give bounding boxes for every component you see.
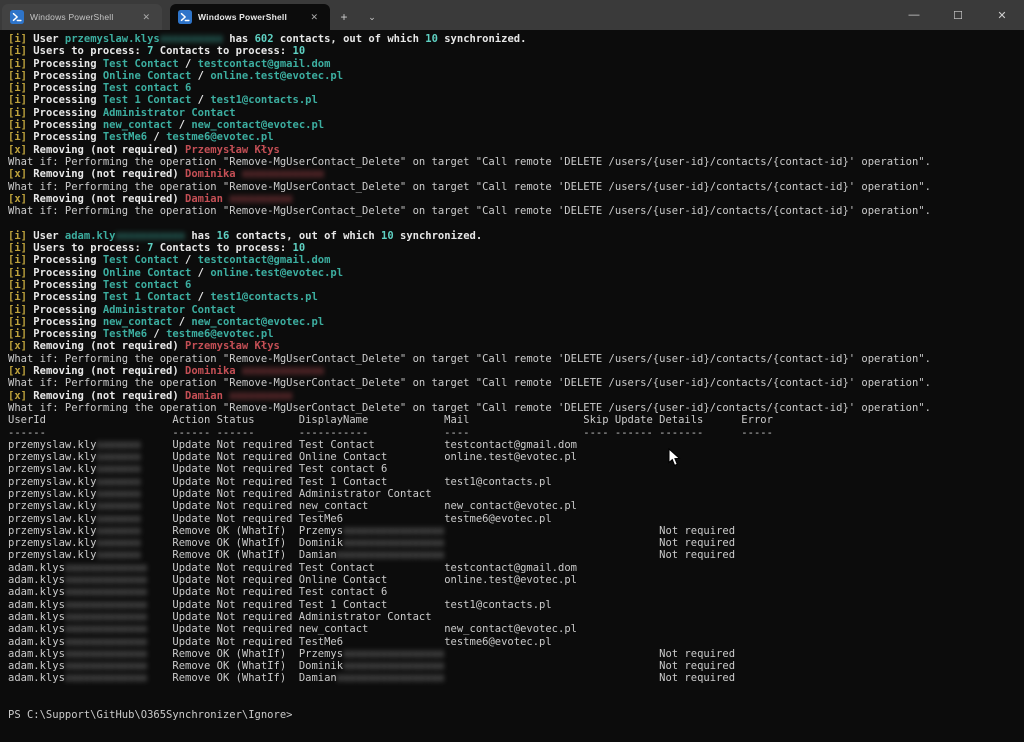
terminal-line: ------ ------ ------ ----------- ---- --… xyxy=(8,427,1024,439)
terminal-line: przemyslaw.klysxxxxxx Update Not require… xyxy=(8,439,1024,451)
terminal-line: adam.klysxxxxxxxxxxxxx Update Not requir… xyxy=(8,623,1024,635)
terminal-line: What if: Performing the operation "Remov… xyxy=(8,181,1024,193)
terminal-line: [i] Processing new_contact / new_contact… xyxy=(8,119,1024,131)
tab-title: Windows PowerShell xyxy=(30,12,132,22)
terminal-line: [i] Processing Test 1 Contact / test1@co… xyxy=(8,94,1024,106)
terminal-line: przemyslaw.klysxxxxxx Update Not require… xyxy=(8,488,1024,500)
terminal-line: [x] Removing (not required) Przemysław K… xyxy=(8,340,1024,352)
powershell-icon xyxy=(178,10,192,24)
terminal-line: [i] Processing Test contact 6 xyxy=(8,82,1024,94)
terminal-line: adam.klysxxxxxxxxxxxxx Update Not requir… xyxy=(8,611,1024,623)
terminal-line: przemyslaw.klysxxxxxx Update Not require… xyxy=(8,463,1024,475)
tab-dropdown-button[interactable]: ⌄ xyxy=(358,4,386,30)
terminal-line: [i] Processing Online Contact / online.t… xyxy=(8,70,1024,82)
terminal-line: [i] Processing Test 1 Contact / test1@co… xyxy=(8,291,1024,303)
terminal-line: [x] Removing (not required) Dominika xxx… xyxy=(8,168,1024,180)
new-tab-button[interactable]: + xyxy=(330,4,358,30)
minimize-button[interactable]: — xyxy=(892,0,936,30)
terminal-output[interactable]: [i] User przemyslaw.klysxxxxxxxxxx has 6… xyxy=(0,30,1024,742)
terminal-line: adam.klysxxxxxxxxxxxxx Update Not requir… xyxy=(8,562,1024,574)
terminal-line: [x] Removing (not required) Damian xxxxx… xyxy=(8,390,1024,402)
terminal-line: [i] Processing TestMe6 / testme6@evotec.… xyxy=(8,328,1024,340)
tab-bar: Windows PowerShell ✕ Windows PowerShell … xyxy=(0,0,1024,30)
terminal-line: przemyslaw.klysxxxxxx Update Not require… xyxy=(8,500,1024,512)
terminal-window: Windows PowerShell ✕ Windows PowerShell … xyxy=(0,0,1024,742)
terminal-line: [i] Processing Test contact 6 xyxy=(8,279,1024,291)
terminal-line: adam.klysxxxxxxxxxxxxx Update Not requir… xyxy=(8,599,1024,611)
terminal-line: [i] Processing Test Contact / testcontac… xyxy=(8,58,1024,70)
terminal-line: przemyslaw.klysxxxxxx Remove OK (WhatIf)… xyxy=(8,525,1024,537)
terminal-line: adam.klysxxxxxxxxxxxxx Update Not requir… xyxy=(8,586,1024,598)
terminal-line: [i] Users to process: 7 Contacts to proc… xyxy=(8,45,1024,57)
terminal-line: [i] User przemyslaw.klysxxxxxxxxxx has 6… xyxy=(8,33,1024,45)
terminal-line: przemyslaw.klysxxxxxx Remove OK (WhatIf)… xyxy=(8,549,1024,561)
terminal-line: What if: Performing the operation "Remov… xyxy=(8,402,1024,414)
powershell-icon xyxy=(10,10,24,24)
terminal-line: What if: Performing the operation "Remov… xyxy=(8,377,1024,389)
terminal-line: UserId Action Status DisplayName Mail Sk… xyxy=(8,414,1024,426)
terminal-line: adam.klysxxxxxxxxxxxxx Remove OK (WhatIf… xyxy=(8,648,1024,660)
terminal-line: adam.klysxxxxxxxxxxxxx Remove OK (WhatIf… xyxy=(8,672,1024,684)
terminal-line: [i] Processing Administrator Contact xyxy=(8,107,1024,119)
close-button[interactable]: ✕ xyxy=(980,0,1024,30)
terminal-line: adam.klysxxxxxxxxxxxxx Remove OK (WhatIf… xyxy=(8,660,1024,672)
terminal-line: What if: Performing the operation "Remov… xyxy=(8,156,1024,168)
terminal-line: [x] Removing (not required) Damian xxxxx… xyxy=(8,193,1024,205)
terminal-line: [i] Users to process: 7 Contacts to proc… xyxy=(8,242,1024,254)
tab-windows-powershell-2[interactable]: Windows PowerShell ✕ xyxy=(170,4,330,30)
terminal-line: przemyslaw.klysxxxxxx Update Not require… xyxy=(8,451,1024,463)
terminal-line: What if: Performing the operation "Remov… xyxy=(8,353,1024,365)
terminal-line: [x] Removing (not required) Dominika xxx… xyxy=(8,365,1024,377)
terminal-line: [i] Processing new_contact / new_contact… xyxy=(8,316,1024,328)
tab-close-icon[interactable]: ✕ xyxy=(138,10,154,25)
terminal-line xyxy=(8,217,1024,229)
terminal-line: [i] User adam.klyxxxxxxxxxxx has 16 cont… xyxy=(8,230,1024,242)
tab-title: Windows PowerShell xyxy=(198,12,300,22)
terminal-line: [i] Processing Test Contact / testcontac… xyxy=(8,254,1024,266)
terminal-line xyxy=(8,685,1024,697)
terminal-line: [i] Processing Online Contact / online.t… xyxy=(8,267,1024,279)
tab-windows-powershell-1[interactable]: Windows PowerShell ✕ xyxy=(2,4,162,30)
terminal-line: przemyslaw.klysxxxxxx Remove OK (WhatIf)… xyxy=(8,537,1024,549)
terminal-line: przemyslaw.klysxxxxxx Update Not require… xyxy=(8,513,1024,525)
terminal-line: PS C:\Support\GitHub\O365Synchronizer\Ig… xyxy=(8,709,1024,721)
terminal-line: [i] Processing TestMe6 / testme6@evotec.… xyxy=(8,131,1024,143)
tab-close-icon[interactable]: ✕ xyxy=(306,10,322,25)
terminal-line: adam.klysxxxxxxxxxxxxx Update Not requir… xyxy=(8,574,1024,586)
terminal-line: [i] Processing Administrator Contact xyxy=(8,304,1024,316)
terminal-line: What if: Performing the operation "Remov… xyxy=(8,205,1024,217)
terminal-line: przemyslaw.klysxxxxxx Update Not require… xyxy=(8,476,1024,488)
terminal-line: [x] Removing (not required) Przemysław K… xyxy=(8,144,1024,156)
terminal-line xyxy=(8,697,1024,709)
terminal-line: adam.klysxxxxxxxxxxxxx Update Not requir… xyxy=(8,636,1024,648)
maximize-button[interactable]: ☐ xyxy=(936,0,980,30)
